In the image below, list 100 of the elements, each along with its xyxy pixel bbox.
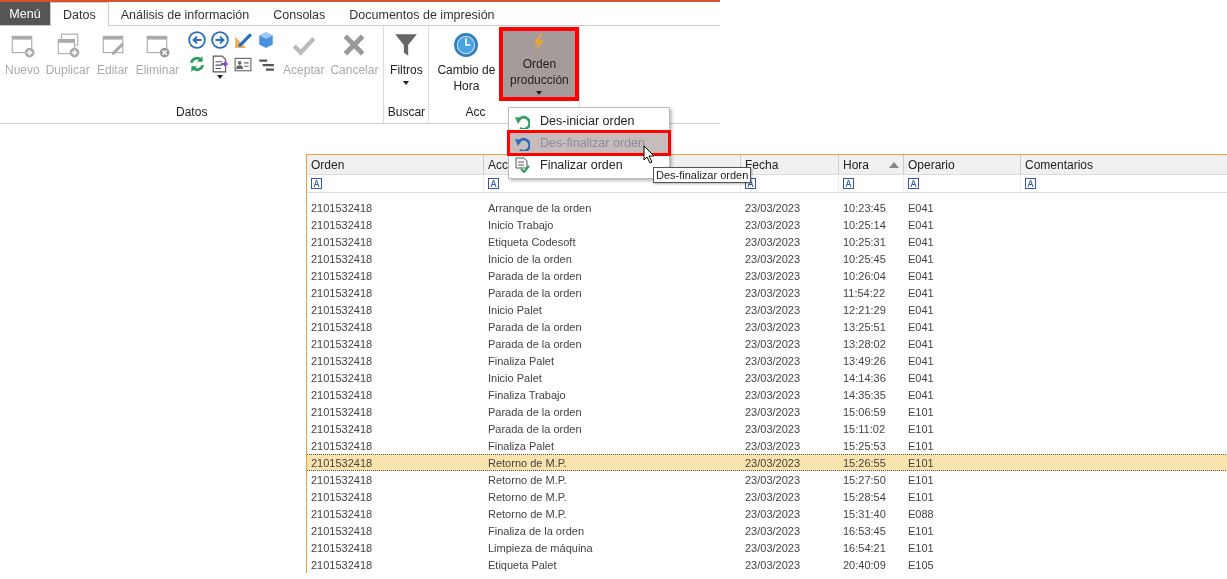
table-row[interactable]: 2101532418 Finaliza Trabajo 23/03/2023 14:35:35 E041 — [307, 386, 1227, 403]
table-cell-text: 2101532418 — [310, 337, 374, 350]
column-header[interactable]: Operario — [904, 155, 1021, 174]
caret-icon — [216, 75, 223, 79]
table-cell-text: E101 — [907, 473, 935, 486]
table-row[interactable]: 2101532418 Retorno de M.P. 23/03/2023 15:27:50 E101 — [307, 471, 1227, 488]
filter-text-icon[interactable] — [1025, 178, 1036, 189]
document-arrow-icon — [210, 55, 229, 73]
table-cell-text: Parada de la orden — [487, 337, 583, 350]
table-row[interactable]: 2101532418 Inicio Trabajo 23/03/2023 10:25:14 E041 — [307, 216, 1227, 233]
table-cell-text: 2101532418 — [310, 541, 374, 554]
table-cell-text: 23/03/2023 — [744, 507, 802, 520]
column-header[interactable]: Hora — [839, 155, 904, 174]
column-header[interactable]: Orden — [307, 155, 484, 174]
table-row[interactable]: 2101532418 Inicio de la orden 23/03/2023 10:25:45 E041 — [307, 250, 1227, 267]
table-cell-text: Finaliza Palet — [487, 354, 556, 367]
group-label: Buscar — [386, 105, 427, 121]
table-cell-text: 11:54:22 — [842, 286, 886, 299]
table-cell-text: E105 — [907, 558, 935, 571]
table-row[interactable]: 2101532418 Parada de la orden 23/03/2023 13:28:02 E041 — [307, 335, 1227, 352]
table-cell-text: Retorno de M.P. — [487, 473, 568, 486]
table-cell-text: 23/03/2023 — [744, 337, 802, 350]
table-cell-text: E041 — [907, 201, 935, 214]
table-cell-text: E041 — [907, 252, 935, 265]
table-cell-text: E041 — [907, 235, 935, 248]
table-cell-text: 2101532418 — [310, 252, 374, 265]
table-row[interactable]: 2101532418 Inicio Palet 23/03/2023 12:21:29 E041 — [307, 301, 1227, 318]
table-cell-text: E101 — [907, 490, 935, 503]
table-row[interactable]: 2101532418 Retorno de M.P. 23/03/2023 15:31:40 E088 — [307, 505, 1227, 522]
table-cell-text: E041 — [907, 269, 935, 282]
table-cell-text: 20:40:09 — [842, 558, 887, 571]
group-label: Datos — [175, 105, 209, 121]
table-cell-text: 23/03/2023 — [744, 473, 802, 486]
table-row[interactable]: 2101532418 Parada de la orden 23/03/2023 13:25:51 E041 — [307, 318, 1227, 335]
filter-text-icon[interactable] — [488, 178, 499, 189]
table-row[interactable]: 2101532418 Etiqueta Palet 23/03/2023 20:40:09 E105 — [307, 556, 1227, 573]
table-cell-text: 2101532418 — [310, 371, 374, 384]
ribbon-tab[interactable]: Documentos de impresión — [337, 2, 507, 25]
table-row[interactable]: 2101532418 Parada de la orden 23/03/2023 15:06:59 E101 — [307, 403, 1227, 420]
column-header[interactable]: Comentarios — [1021, 155, 1227, 174]
ribbon-button[interactable]: Orden producción — [501, 29, 578, 99]
table-cell-text: Parada de la orden — [487, 422, 583, 435]
table-cell-text: Limpieza de máquina — [487, 541, 594, 554]
table-cell-text: E101 — [907, 439, 935, 452]
sort-arrow-icon — [889, 161, 899, 168]
table-cell-text: 23/03/2023 — [744, 422, 802, 435]
filter-text-icon[interactable] — [908, 178, 919, 189]
menu-button[interactable]: Menú — [0, 2, 50, 25]
table-cell-text: 2101532418 — [310, 269, 374, 282]
table-cell-text: 23/03/2023 — [744, 252, 802, 265]
tooltip: Des-finalizar orden — [653, 167, 752, 183]
table-row[interactable]: 2101532418 Finaliza Palet 23/03/2023 15:25:53 E101 — [307, 437, 1227, 454]
table-cell-text: 23/03/2023 — [744, 201, 802, 214]
table-row[interactable]: 2101532418 Parada de la orden 23/03/2023 10:26:04 E041 — [307, 267, 1227, 284]
table-cell-text: 2101532418 — [310, 235, 374, 248]
table-cell-text: 15:25:53 — [842, 439, 887, 452]
table-cell-text: 10:25:45 — [842, 252, 887, 265]
table-row[interactable]: 2101532418 Retorno de M.P. 23/03/2023 15:26:55 E101 — [307, 454, 1227, 471]
table-cell-text: Finaliza Palet — [487, 439, 556, 452]
table-cell-text: Retorno de M.P. — [487, 456, 568, 469]
table-cell-text: 23/03/2023 — [744, 456, 802, 469]
table-row[interactable]: 2101532418 Limpieza de máquina 23/03/2023 16:54:21 E101 — [307, 539, 1227, 556]
table-cell-text: 15:27:50 — [842, 473, 887, 486]
table-cell-text: Finaliza de la orden — [487, 524, 585, 537]
table-row[interactable]: 2101532418 Inicio Palet 23/03/2023 14:14:36 E041 — [307, 369, 1227, 386]
table-cell-text: 2101532418 — [310, 218, 374, 231]
ribbon-tab[interactable]: Consolas — [261, 2, 338, 25]
table-cell-text: 15:06:59 — [842, 405, 887, 418]
filter-text-icon[interactable] — [843, 178, 854, 189]
table-cell-text: 2101532418 — [310, 320, 374, 333]
menu-item[interactable]: Des-iniciar orden — [509, 110, 669, 132]
table-row[interactable]: 2101532418 Parada de la orden 23/03/2023 11:54:22 E041 — [307, 284, 1227, 301]
table-cell-text: 2101532418 — [310, 439, 374, 452]
table-row[interactable]: 2101532418 Etiqueta Codesoft 23/03/2023 10:25:31 E041 — [307, 233, 1227, 250]
table-row[interactable]: 2101532418 Parada de la orden 23/03/2023 15:11:02 E101 — [307, 420, 1227, 437]
group-label: Acc — [465, 105, 486, 121]
table-cell-text: 23/03/2023 — [744, 354, 802, 367]
refresh-icon — [187, 55, 206, 73]
table-cell-text: 23/03/2023 — [744, 286, 802, 299]
table-cell-text: 10:23:45 — [842, 201, 887, 214]
ribbon-tab[interactable]: Datos — [50, 2, 109, 26]
table-cell-text: E101 — [907, 541, 935, 554]
table-row[interactable]: 2101532418 Finaliza de la orden 23/03/2023 16:53:45 E101 — [307, 522, 1227, 539]
table-cell-text: 23/03/2023 — [744, 320, 802, 333]
filter-text-icon[interactable] — [311, 178, 322, 189]
table-cell-text: 15:26:55 — [842, 456, 887, 469]
table-cell-text: 2101532418 — [310, 303, 374, 316]
table-cell-text: Inicio Trabajo — [487, 218, 555, 231]
table-row[interactable]: 2101532418 Arranque de la orden 23/03/2023 10:23:45 E041 — [307, 199, 1227, 216]
table-cell-text: 23/03/2023 — [744, 541, 802, 554]
table-cell-text: Etiqueta Codesoft — [487, 235, 577, 248]
table-row[interactable]: 2101532418 Finaliza Palet 23/03/2023 13:49:26 E041 — [307, 352, 1227, 369]
table-cell-text: 23/03/2023 — [744, 558, 802, 571]
table-cell-text: 2101532418 — [310, 422, 374, 435]
table-row[interactable]: 2101532418 Retorno de M.P. 23/03/2023 15:28:54 E101 — [307, 488, 1227, 505]
table-cell-text: 23/03/2023 — [744, 388, 802, 401]
table-cell-text: 23/03/2023 — [744, 490, 802, 503]
ribbon-button[interactable]: Filtros — [386, 29, 427, 97]
table-cell-text: Retorno de M.P. — [487, 507, 568, 520]
ribbon-tab[interactable]: Análisis de información — [108, 2, 262, 25]
